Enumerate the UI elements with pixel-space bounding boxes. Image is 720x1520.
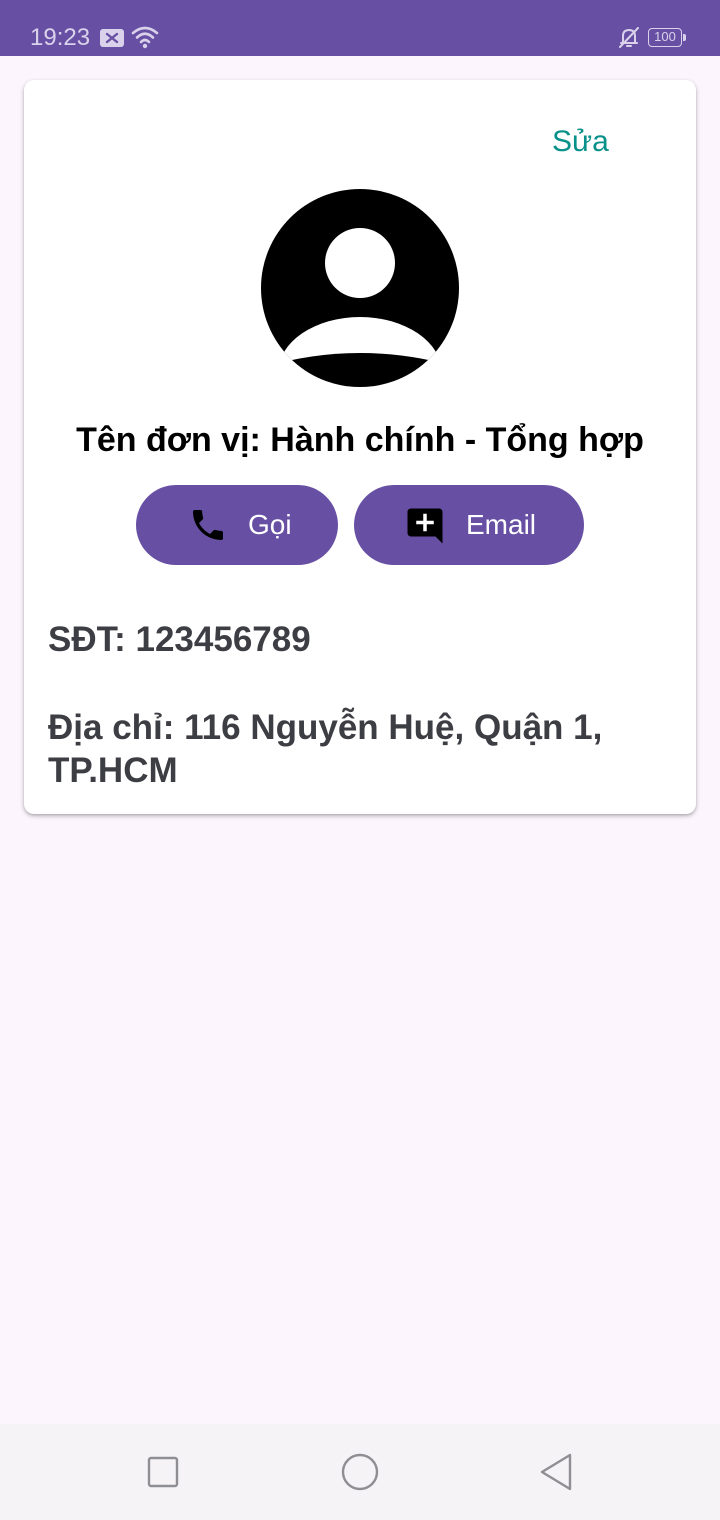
battery-tip — [683, 34, 686, 41]
recent-apps-icon[interactable] — [146, 1455, 180, 1489]
contact-card: Sửa Tên đơn vị: Hành chính - Tổng hợp Gọ… — [24, 80, 696, 814]
status-time: 19:23 — [30, 24, 91, 51]
call-button-label: Gọi — [248, 509, 292, 540]
battery-icon: 100 — [648, 28, 682, 47]
phone-number: SĐT: 123456789 — [48, 620, 311, 659]
email-button-label: Email — [466, 509, 537, 540]
phone-icon — [193, 510, 223, 540]
message-notification-icon — [100, 29, 124, 47]
back-icon[interactable] — [538, 1452, 574, 1492]
home-icon[interactable] — [340, 1452, 380, 1492]
address: Địa chỉ: 116 Nguyễn Huệ, Quận 1, TP.HCM — [48, 708, 603, 790]
call-button[interactable]: Gọi — [136, 485, 338, 565]
account-circle-icon — [261, 189, 459, 387]
add-comment-icon — [407, 508, 443, 544]
unit-name: Tên đơn vị: Hành chính - Tổng hợp — [76, 421, 644, 459]
wifi-icon — [131, 26, 159, 49]
navigation-bar — [0, 1424, 720, 1520]
edit-button[interactable]: Sửa — [552, 122, 609, 162]
email-button[interactable]: Email — [354, 485, 584, 565]
notifications-off-icon — [619, 27, 639, 48]
status-bar: 19:23 100 — [0, 0, 720, 56]
